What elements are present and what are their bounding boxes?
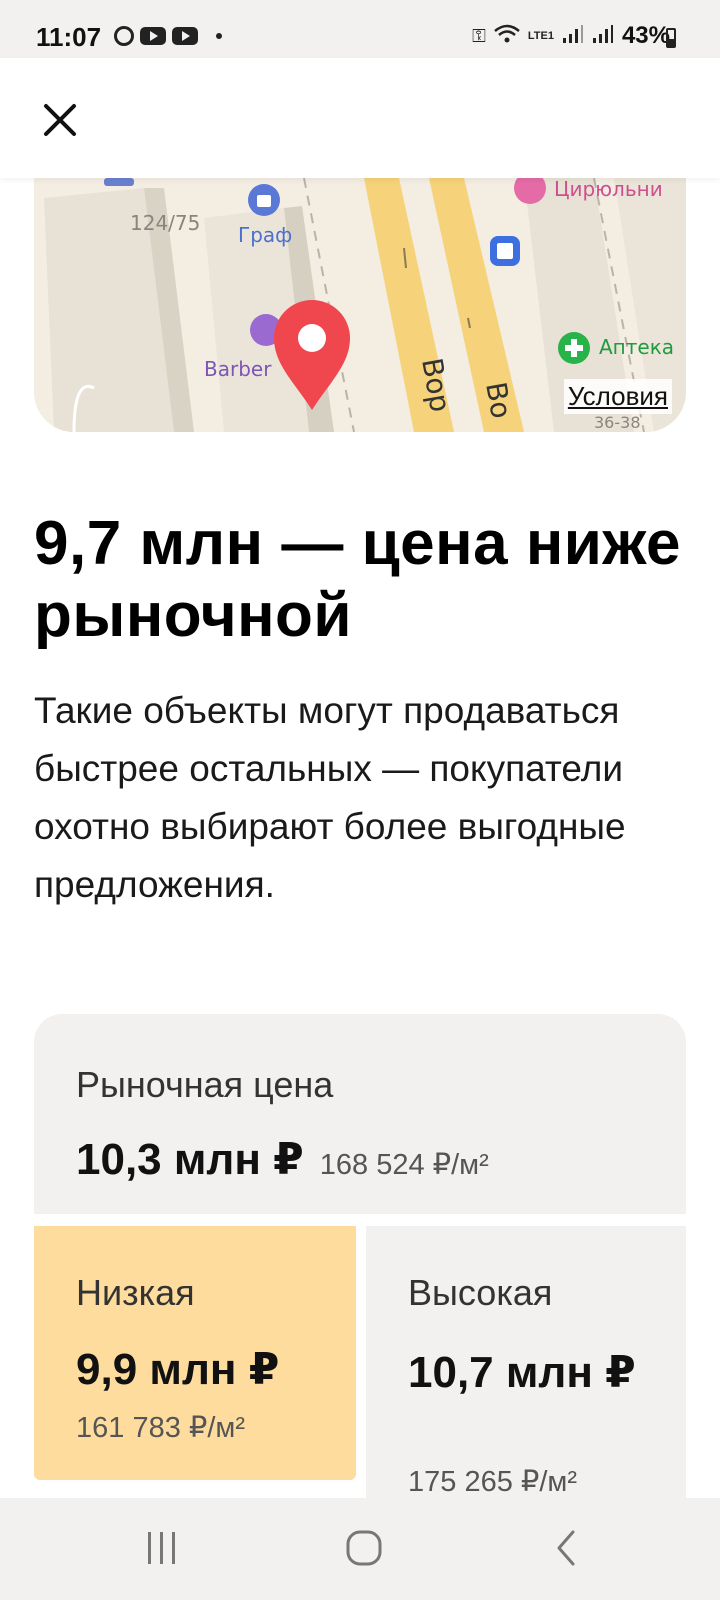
back-icon: [557, 1530, 575, 1566]
low-price-per-meter: 161 783 ₽/м²: [76, 1412, 245, 1444]
back-button[interactable]: [542, 1526, 590, 1570]
status-time: 11:07: [36, 22, 102, 52]
notification-icons: [114, 26, 222, 46]
youtube-icon-2: [172, 27, 198, 45]
recent-apps-icon: [148, 1532, 175, 1564]
page-title: 9,7 млн — цена ниже рыночной: [34, 509, 681, 650]
map-terms-link[interactable]: Условия: [563, 379, 672, 414]
battery-percent: 43%: [621, 22, 670, 49]
location-map[interactable]: 124/75 Граф Barber Цирюльни Аптека 36-38…: [34, 178, 686, 432]
recent-apps-button[interactable]: [138, 1526, 186, 1570]
battery-icon: [666, 28, 676, 48]
map-label-barber: Barber: [204, 357, 272, 381]
low-price-card: Низкая 9,9 млн ₽ 161 783 ₽/м²: [34, 1226, 356, 1480]
high-price-label: Высокая: [408, 1272, 553, 1313]
description-text: Такие объекты могут продаваться быстрее …: [34, 690, 626, 905]
map-label-pharmacy: Аптека: [599, 335, 674, 359]
home-icon: [346, 1530, 382, 1566]
youtube-icon: [140, 27, 166, 45]
low-price-value: 9,9 млн ₽: [76, 1345, 280, 1394]
pinterest-icon: [114, 26, 134, 46]
status-bar: 11:07 ⚿ LTE1 43%: [0, 0, 720, 58]
market-price-row: 10,3 млн ₽ 168 524 ₽/м²: [76, 1134, 489, 1185]
high-price-value: 10,7 млн ₽: [408, 1348, 636, 1397]
wifi-icon: [494, 24, 520, 49]
close-button[interactable]: [38, 98, 82, 142]
key-icon: ⚿: [472, 25, 486, 46]
map-label-street-2: Во: [479, 379, 518, 421]
map-label-building: 124/75: [130, 211, 200, 235]
market-price-value: 10,3 млн ₽: [76, 1135, 304, 1184]
status-indicators: ⚿ LTE1 43%: [472, 22, 670, 50]
more-notifications-dot: [216, 33, 222, 39]
close-icon: [44, 104, 76, 136]
signal-icon: [562, 24, 584, 49]
map-label-house: 36-38: [594, 413, 641, 432]
signal-icon-2: [592, 24, 614, 49]
map-label-shop: Граф: [238, 223, 292, 247]
market-price-per-meter: 168 524 ₽/м²: [319, 1149, 489, 1181]
home-button[interactable]: [340, 1526, 388, 1570]
map-label-salon: Цирюльни: [554, 178, 663, 201]
top-header: [0, 58, 720, 178]
market-price-label: Рыночная цена: [76, 1064, 334, 1105]
high-price-per-meter: 175 265 ₽/м²: [408, 1466, 577, 1498]
network-type-label: LTE1: [527, 30, 554, 42]
market-price-card: Рыночная цена 10,3 млн ₽ 168 524 ₽/м²: [34, 1014, 686, 1214]
high-price-card: Высокая 10,7 млн ₽ 175 265 ₽/м²: [366, 1226, 686, 1498]
system-nav-bar: [0, 1498, 720, 1600]
low-price-label: Низкая: [76, 1272, 195, 1313]
